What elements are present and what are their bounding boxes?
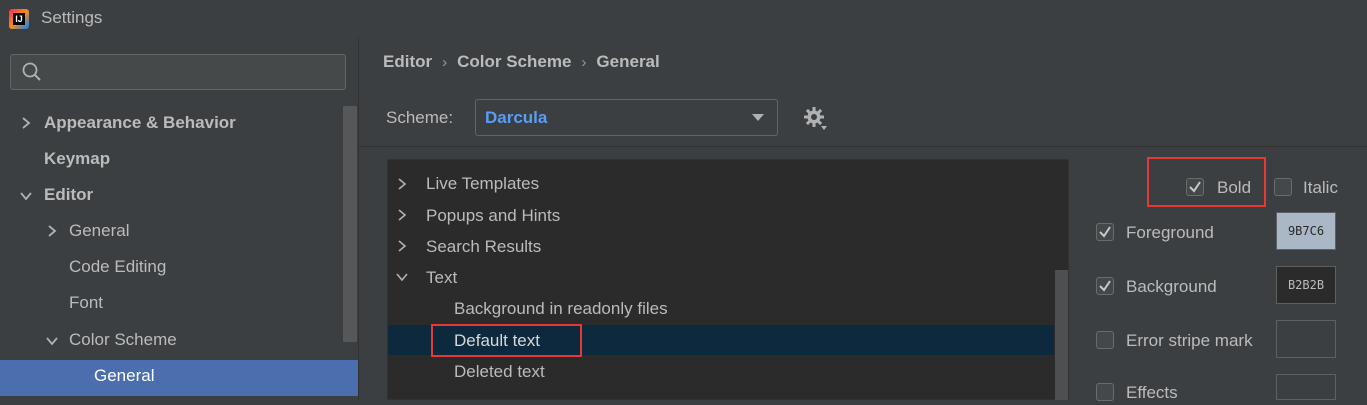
breadcrumb-item: General (596, 52, 660, 71)
chevron-down-icon[interactable] (46, 335, 58, 347)
italic-checkbox[interactable] (1274, 178, 1292, 196)
chevron-right-icon[interactable] (396, 209, 408, 221)
error-stripe-label: Error stripe mark (1126, 331, 1253, 350)
annotation-highlight-default-text (431, 324, 582, 357)
breadcrumb-item: Color Scheme (457, 52, 572, 71)
sidebar-item-editor[interactable]: Editor (44, 177, 93, 213)
error-stripe-color-swatch[interactable] (1276, 320, 1336, 358)
sidebar-item-keymap[interactable]: Keymap (44, 141, 110, 177)
breadcrumb: Editor › Color Scheme › General (383, 50, 660, 74)
scheme-selected-value: Darcula (485, 108, 548, 127)
scheme-label: Scheme: (386, 108, 454, 127)
dropdown-arrow-icon[interactable] (752, 114, 764, 121)
tree-item-popups-hints[interactable]: Popups and Hints (426, 200, 560, 231)
sidebar-item-appearance-behavior[interactable]: Appearance & Behavior (44, 105, 236, 141)
annotation-highlight-bold (1147, 157, 1266, 207)
panel-divider (358, 38, 359, 400)
chevron-down-icon[interactable] (396, 271, 408, 283)
chevron-down-icon[interactable] (20, 190, 32, 202)
chevron-right-icon[interactable] (396, 240, 408, 252)
foreground-color-swatch[interactable]: 9B7C6 (1276, 212, 1336, 250)
error-stripe-checkbox[interactable] (1096, 331, 1114, 349)
background-label: Background (1126, 277, 1217, 296)
chevron-right-icon[interactable] (396, 178, 408, 190)
chevron-right-icon[interactable] (20, 117, 32, 129)
tree-scrollbar[interactable] (1055, 270, 1068, 400)
search-icon (22, 62, 41, 81)
tree-item-deleted-text[interactable]: Deleted text (454, 356, 545, 387)
app-logo-icon: IJ (9, 9, 29, 29)
header-separator (359, 146, 1367, 147)
tree-item-search-results[interactable]: Search Results (426, 231, 541, 262)
checkmark-icon (1099, 226, 1111, 238)
sidebar-item-code-editing[interactable]: Code Editing (69, 249, 166, 285)
foreground-label: Foreground (1126, 223, 1214, 242)
sidebar-scrollbar[interactable] (343, 106, 357, 342)
effects-checkbox[interactable] (1096, 383, 1114, 401)
foreground-checkbox[interactable] (1096, 223, 1114, 241)
breadcrumb-item: Editor (383, 52, 433, 71)
checkmark-icon (1099, 280, 1111, 292)
title-bar (0, 0, 1367, 38)
chevron-right-icon[interactable] (46, 225, 58, 237)
window-title: Settings (41, 8, 103, 27)
sidebar-item-color-scheme-general[interactable]: General (94, 358, 154, 394)
search-input[interactable] (10, 54, 346, 90)
tree-item-background-readonly[interactable]: Background in readonly files (454, 293, 668, 324)
breadcrumb-separator-icon: › (581, 54, 587, 71)
effects-color-swatch[interactable] (1276, 374, 1336, 400)
tree-top-edge (388, 160, 1054, 162)
sidebar-item-font[interactable]: Font (69, 285, 103, 321)
background-color-swatch[interactable]: B2B2B (1276, 266, 1336, 304)
breadcrumb-separator-icon: › (442, 54, 448, 71)
tree-item-text[interactable]: Text (426, 262, 457, 293)
italic-label: Italic (1303, 178, 1338, 197)
effects-label: Effects (1126, 383, 1178, 402)
background-checkbox[interactable] (1096, 277, 1114, 295)
gear-icon[interactable] (802, 105, 830, 133)
sidebar-selection-highlight (0, 360, 358, 396)
sidebar-item-general[interactable]: General (69, 213, 129, 249)
sidebar-item-color-scheme[interactable]: Color Scheme (69, 322, 177, 358)
tree-item-live-templates[interactable]: Live Templates (426, 168, 539, 199)
